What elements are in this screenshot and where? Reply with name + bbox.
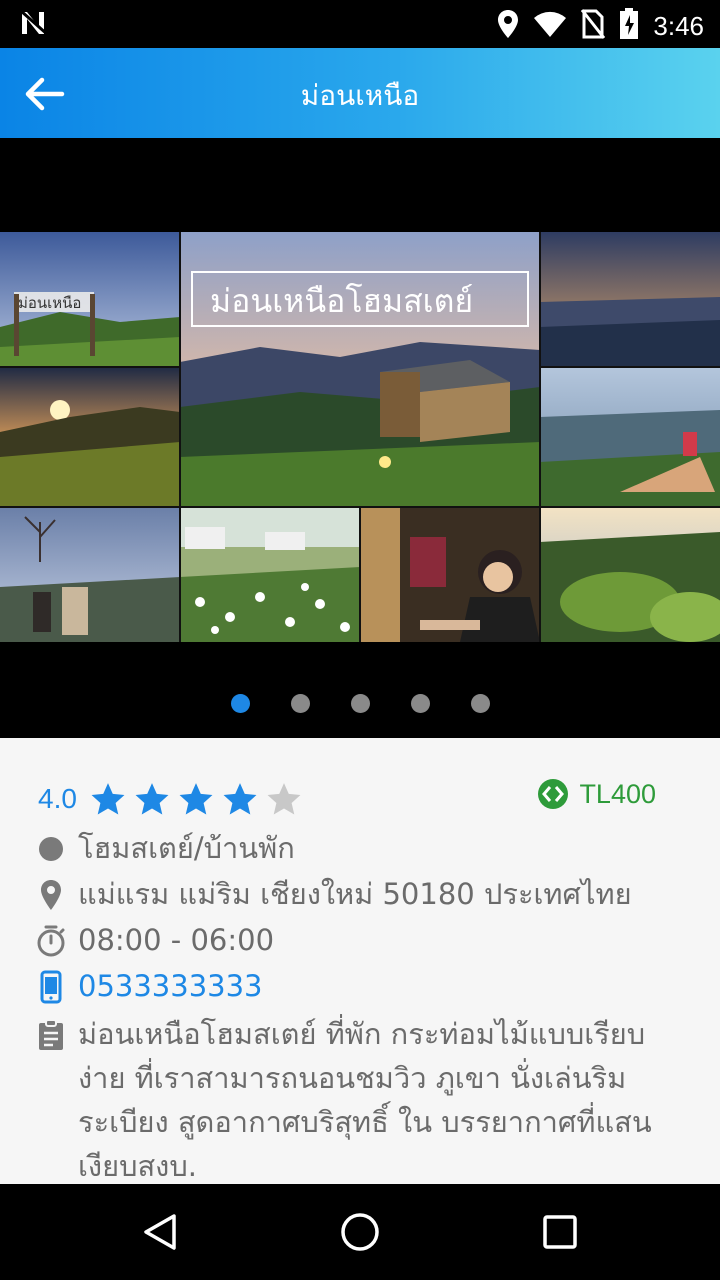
svg-text:ม่อนเหนือ: ม่อนเหนือ (18, 294, 81, 312)
triangle-back-icon (144, 1214, 176, 1250)
gallery-image[interactable]: ม่อนเหนือ ม่อนเหนือโฮมสเตย์ (0, 232, 720, 642)
category-row: โฮมสเตย์/บ้านพัก (34, 826, 694, 870)
clock: 3:46 (653, 10, 704, 41)
description-text: ม่อนเหนือโฮมสเตย์ ที่พัก กระท่อมไม้แบบเร… (78, 1017, 652, 1183)
location-pin-icon (41, 880, 61, 910)
gallery-dot[interactable] (410, 694, 430, 713)
hours-text: 08:00 - 06:00 (78, 923, 275, 957)
star-filled-icon (135, 783, 169, 815)
star-empty-icon (267, 783, 301, 815)
price-label: TL400 (579, 778, 656, 809)
gallery-dot[interactable] (230, 694, 250, 713)
price-icon (538, 779, 569, 809)
timer-icon (37, 925, 65, 957)
clipboard-icon (39, 1019, 63, 1050)
gallery-dot[interactable] (350, 694, 370, 713)
hours-row: 08:00 - 06:00 (34, 918, 694, 962)
gallery-pagination[interactable] (0, 694, 720, 713)
no-sim-icon (581, 9, 606, 43)
status-bar: 3:46 (0, 0, 720, 48)
address-row: แม่แรม แม่ริม เชียงใหม่ 50180 ประเทศไทย (34, 872, 694, 916)
dot-icon (39, 837, 63, 861)
home-nav-button[interactable] (338, 1210, 382, 1254)
battery-icon (619, 8, 639, 44)
wifi-icon (533, 10, 567, 42)
back-nav-button[interactable] (138, 1210, 182, 1254)
app-bar: ม่อนเหนือ (0, 48, 720, 138)
phone-row[interactable]: 0533333333 (34, 964, 694, 1008)
gallery-dot[interactable] (470, 694, 490, 713)
location-icon (497, 9, 519, 43)
gallery-dot[interactable] (290, 694, 310, 713)
star-filled-icon (91, 783, 125, 815)
recents-nav-button[interactable] (538, 1210, 582, 1254)
price-tag: TL400 (537, 778, 656, 810)
star-filled-icon (223, 783, 257, 815)
phone-number[interactable]: 0533333333 (78, 964, 263, 1008)
address-text: แม่แรม แม่ริม เชียงใหม่ 50180 ประเทศไทย (78, 877, 632, 911)
star-filled-icon (179, 783, 213, 815)
page-title: ม่อนเหนือ (300, 79, 420, 112)
notification-icon (20, 9, 50, 40)
description-row: ม่อนเหนือโฮมสเตย์ ที่พัก กระท่อมไม้แบบเร… (34, 1012, 694, 1184)
rating: 4.0 (38, 780, 309, 818)
home-circle-icon (341, 1213, 379, 1251)
square-recents-icon (543, 1215, 577, 1249)
navigation-bar (0, 1184, 720, 1280)
category-text: โฮมสเตย์/บ้านพัก (78, 831, 295, 865)
photo-gallery[interactable]: ม่อนเหนือ ม่อนเหนือโฮมสเตย์ (0, 138, 720, 738)
svg-text:ม่อนเหนือโฮมสเตย์: ม่อนเหนือโฮมสเตย์ (210, 282, 473, 320)
star-rating (89, 780, 309, 818)
phone-icon (40, 970, 62, 1004)
rating-value: 4.0 (38, 783, 77, 814)
place-details: 4.0 TL400 โฮมสเตย์/บ้านพัก แม่แรม แม่ริม… (0, 738, 720, 1184)
